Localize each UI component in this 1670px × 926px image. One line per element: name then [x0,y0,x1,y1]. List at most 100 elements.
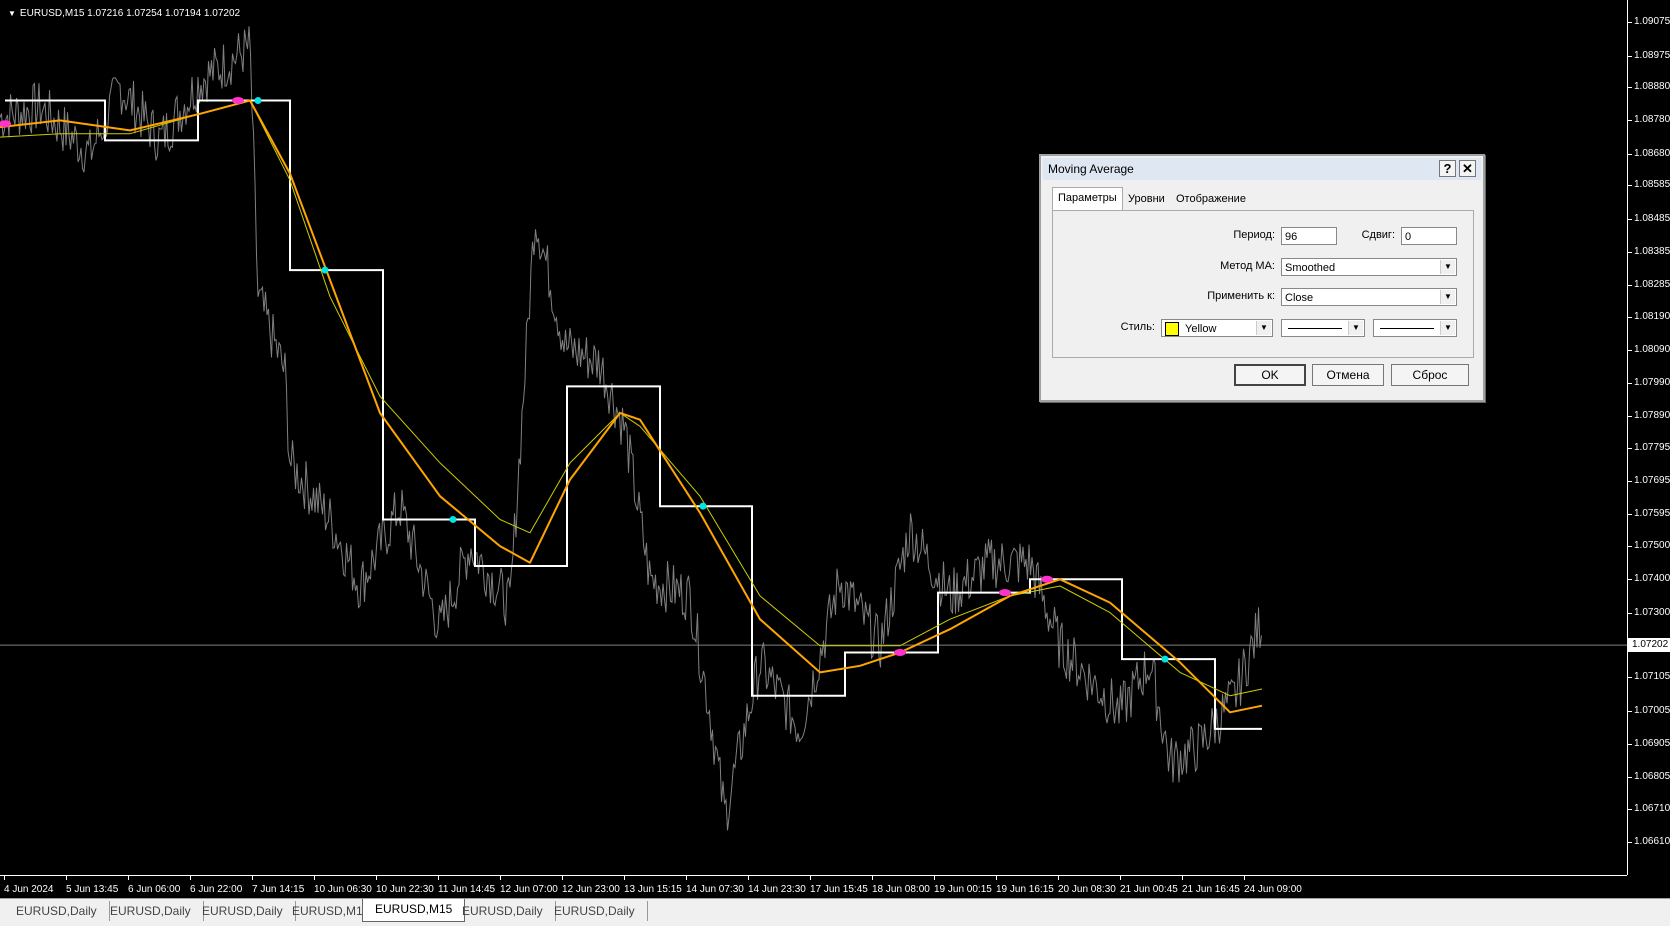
price-tick [1628,743,1632,745]
time-label: 21 Jun 16:45 [1182,884,1240,895]
cross-down-marker [232,96,244,104]
dropdown-triangle-icon[interactable]: ▼ [8,9,16,18]
help-button[interactable]: ? [1439,160,1456,177]
chart-tabs-bar: EURUSD,Daily EURUSD,Daily EURUSD,Daily EURU… [0,898,1670,926]
price-tick [1628,481,1632,483]
price-tick [1628,612,1632,614]
symbol-text: EURUSD,M15 1.07216 1.07254 1.07194 1.072… [19,8,241,19]
time-label: 18 Jun 08:00 [872,884,930,895]
reset-button[interactable]: Сброс [1391,364,1469,386]
tab-parameters[interactable]: Параметры [1052,187,1123,210]
price-tick [1628,55,1632,57]
cross-up-marker [1161,655,1169,663]
method-label: Метод МА: [1220,260,1275,272]
chart-area[interactable]: ▼ EURUSD,M15 1.07216 1.07254 1.07194 1.07… [0,0,1670,898]
time-tick [376,876,377,880]
price-tick [1628,546,1632,548]
time-tick [500,876,501,880]
time-tick [314,876,315,880]
time-label: 6 Jun 06:00 [128,884,181,895]
time-tick [252,876,253,880]
price-label: 1.06905 [1634,737,1670,749]
cross-up-marker [254,96,262,104]
price-tick [1628,22,1632,24]
time-label: 6 Jun 22:00 [190,884,243,895]
chevron-down-icon[interactable]: ▼ [1348,321,1363,335]
time-label: 17 Jun 15:45 [810,884,868,895]
chart-tab[interactable]: EURUSD,Daily [98,901,204,921]
cross-down-marker [1041,575,1053,583]
cancel-button[interactable]: Отмена [1312,364,1384,386]
time-tick [438,876,439,880]
time-tick [1244,876,1245,880]
chevron-down-icon[interactable]: ▼ [1440,290,1455,304]
time-tick [562,876,563,880]
method-select[interactable]: Smoothed ▼ [1281,258,1457,276]
price-tick [1628,316,1632,318]
chart-tab[interactable]: EURUSD,Daily [542,901,648,921]
time-tick [4,876,5,880]
chevron-down-icon[interactable]: ▼ [1256,321,1271,335]
time-tick [624,876,625,880]
line-style-select[interactable]: ▼ [1281,319,1365,337]
cross-down-marker [894,648,906,656]
time-label: 14 Jun 07:30 [686,884,744,895]
color-select[interactable]: Yellow ▼ [1161,319,1273,337]
price-label: 1.06610 [1634,836,1670,847]
chart-tab[interactable]: EURUSD,Daily [4,901,110,921]
time-axis[interactable]: 4 Jun 2024 5 Jun 13:45 6 Jun 06:00 6 Jun 22… [0,875,1627,899]
price-tick [1628,710,1632,712]
price-tick [1628,185,1632,187]
chart-tab[interactable]: EURUSD,Daily [450,901,556,921]
shift-input[interactable]: 0 [1401,227,1457,245]
time-tick [748,876,749,880]
cross-up-marker [699,502,707,510]
time-label: 13 Jun 15:15 [624,884,682,895]
price-tick [1628,808,1632,810]
price-label: 1.08975 [1634,49,1670,61]
price-chart[interactable] [0,0,1627,875]
price-tick [1628,218,1632,220]
close-button[interactable]: ✕ [1459,160,1476,177]
time-label: 7 Jun 14:15 [252,884,305,895]
time-tick [190,876,191,880]
price-tick [1628,285,1632,287]
price-label: 1.08285 [1634,279,1670,291]
time-tick [128,876,129,880]
price-tick [1628,87,1632,89]
price-tick [1628,153,1632,155]
chevron-down-icon[interactable]: ▼ [1440,260,1455,274]
time-tick [66,876,67,880]
apply-value: Close [1285,292,1314,304]
symbol-info: ▼ EURUSD,M15 1.07216 1.07254 1.07194 1.07… [8,8,240,19]
tab-display[interactable]: Отображение [1171,189,1251,209]
ok-button[interactable]: OK [1234,364,1306,386]
price-tick [1628,251,1632,253]
dialog-title-bar[interactable]: Moving Average ? ✕ [1043,158,1481,180]
dialog-title: Moving Average [1048,162,1134,176]
cross-down-marker [999,589,1011,597]
price-label: 1.08385 [1634,245,1670,257]
time-label: 19 Jun 16:15 [996,884,1054,895]
time-label: 12 Jun 23:00 [562,884,620,895]
line-width-select[interactable]: ▼ [1373,319,1457,337]
shift-label: Сдвиг: [1361,229,1395,241]
price-label: 1.08880 [1634,81,1670,93]
tab-levels[interactable]: Уровни [1123,189,1170,209]
time-label: 12 Jun 07:00 [500,884,558,895]
price-axis[interactable]: 1.09075 1.08975 1.08880 1.08780 1.08680 1.085… [1627,0,1670,875]
current-price-label: 1.07202 [1628,638,1670,653]
price-label: 1.08780 [1634,114,1670,126]
chevron-down-icon[interactable]: ▼ [1440,321,1455,335]
time-label: 21 Jun 00:45 [1120,884,1178,895]
color-value: Yellow [1185,323,1217,335]
period-label: Период: [1233,229,1275,241]
method-value: Smoothed [1285,262,1336,274]
period-input[interactable]: 96 [1281,227,1337,245]
time-tick [810,876,811,880]
price-label: 1.07990 [1634,377,1670,389]
apply-select[interactable]: Close ▼ [1281,288,1457,306]
time-label: 24 Jun 09:00 [1244,884,1302,895]
price-label: 1.08485 [1634,212,1670,224]
price-label: 1.06805 [1634,771,1670,783]
